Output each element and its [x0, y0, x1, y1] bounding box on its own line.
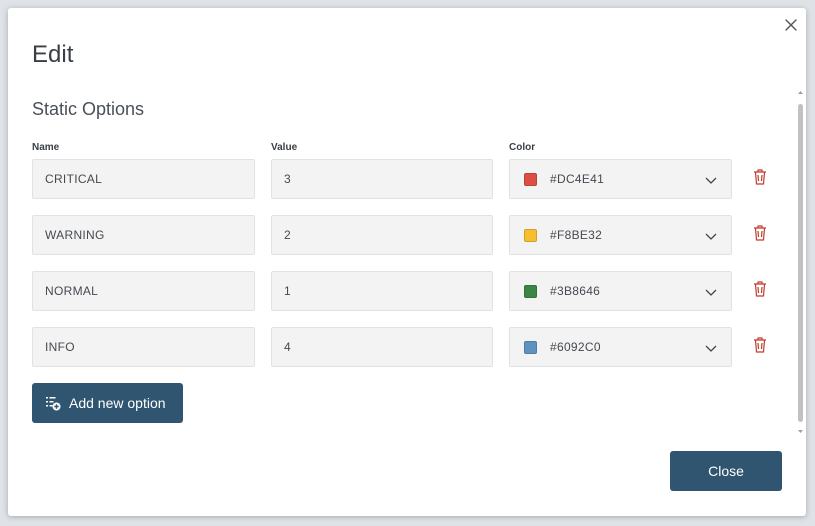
color-swatch — [524, 172, 537, 186]
scroll-up-arrow[interactable] — [798, 90, 803, 95]
chevron-down-icon[interactable] — [704, 285, 718, 299]
color-hex-value: #3B8646 — [550, 284, 601, 298]
dialog-title: Edit — [32, 41, 74, 68]
color-hex-value: #6092C0 — [550, 340, 601, 354]
option-value-field[interactable]: 2 — [271, 215, 493, 255]
value-column-label: Value — [271, 142, 298, 153]
option-name-field[interactable]: WARNING — [32, 215, 255, 255]
section-title: Static Options — [32, 99, 145, 119]
chevron-down-icon[interactable] — [704, 229, 718, 243]
option-value-field[interactable]: 1 — [271, 271, 493, 311]
name-column-label: Name — [32, 142, 60, 153]
option-value-field[interactable]: 3 — [271, 159, 493, 199]
option-color-select[interactable]: #DC4E41 — [509, 159, 732, 199]
option-name-field[interactable]: CRITICAL — [32, 159, 255, 199]
close-icon[interactable] — [783, 17, 799, 33]
trash-icon[interactable] — [752, 336, 768, 354]
option-color-select[interactable]: #F8BE32 — [509, 215, 732, 255]
color-swatch — [524, 228, 537, 242]
add-list-icon — [45, 395, 61, 411]
color-swatch — [524, 340, 537, 354]
scroll-thumb[interactable] — [798, 104, 803, 422]
color-hex-value: #F8BE32 — [550, 228, 603, 242]
option-value-field[interactable]: 4 — [271, 327, 493, 367]
color-column-label: Color — [509, 142, 536, 153]
chevron-down-icon[interactable] — [704, 341, 718, 355]
add-option-label: Add new option — [69, 395, 166, 411]
trash-icon[interactable] — [752, 168, 768, 186]
option-name-field[interactable]: NORMAL — [32, 271, 255, 311]
trash-icon[interactable] — [752, 280, 768, 298]
color-swatch — [524, 284, 537, 298]
color-hex-value: #DC4E41 — [550, 172, 605, 186]
option-color-select[interactable]: #3B8646 — [509, 271, 732, 311]
option-color-select[interactable]: #6092C0 — [509, 327, 732, 367]
option-name-field[interactable]: INFO — [32, 327, 255, 367]
chevron-down-icon[interactable] — [704, 173, 718, 187]
trash-icon[interactable] — [752, 224, 768, 242]
scroll-down-arrow[interactable] — [798, 429, 803, 434]
add-option-button[interactable]: Add new option — [32, 383, 183, 423]
edit-dialog: Edit Static Options Name Value Color CRI… — [8, 8, 806, 516]
close-button[interactable]: Close — [670, 451, 782, 491]
scrollbar[interactable] — [796, 90, 805, 434]
